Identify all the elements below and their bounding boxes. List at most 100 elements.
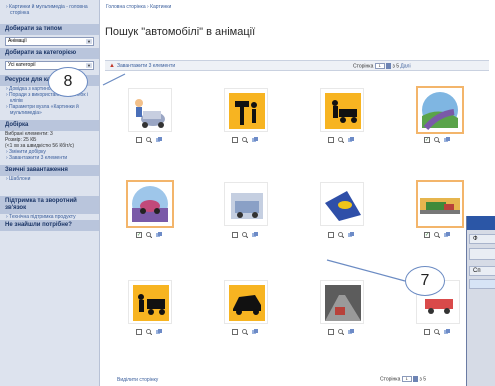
traffic-car-clipart-icon [325, 285, 361, 321]
thumbnail[interactable] [128, 280, 172, 324]
footer-pager: Сторінка 1 з 5 [380, 376, 426, 382]
pager-of: з 5 [392, 63, 399, 70]
sidebar: › Картинки й мультимедіа - головна сторі… [0, 0, 100, 386]
window-toolbar-row[interactable] [469, 248, 495, 260]
thumbnail[interactable] [320, 280, 364, 324]
truck-on-road-clipart-icon [420, 198, 460, 214]
select-checkbox[interactable] [424, 329, 430, 336]
chevron-down-icon[interactable]: ▼ [86, 63, 92, 68]
footer-pager-go-icon[interactable] [413, 376, 419, 382]
preview-icon[interactable] [338, 137, 345, 144]
garage-car-clipart-icon [231, 193, 263, 219]
copy-icon[interactable] [348, 232, 354, 238]
thumbnail-actions: ✓ [424, 137, 450, 145]
support-heading: Підтримка та зворотний зв'язок [0, 196, 99, 214]
preview-icon[interactable] [434, 232, 441, 239]
preview-icon[interactable] [242, 137, 249, 144]
chevron-down-icon[interactable]: ▼ [86, 39, 92, 44]
thumbnail-actions [232, 232, 258, 240]
results-toolbar: ▲ Завантажити 3 елементи Сторінка 1 з 5 … [105, 60, 489, 71]
callout-8: 8 [48, 67, 88, 97]
thumbnail[interactable] [224, 280, 268, 324]
preview-icon[interactable] [242, 329, 249, 336]
filter-category-select[interactable]: Усі категорії ▼ [5, 61, 94, 70]
selection-heading: Добірка [0, 120, 99, 131]
thumbnail-selected[interactable] [126, 180, 174, 228]
copy-icon[interactable] [444, 232, 450, 238]
sidebar-tips-link[interactable]: › Поради з використання картинок і кліпі… [0, 92, 99, 104]
copy-icon[interactable] [252, 232, 258, 238]
tire-man-clipart-icon [229, 93, 265, 129]
thumbnail-actions [328, 137, 354, 145]
copy-icon[interactable] [444, 137, 450, 143]
window-list-label: Сп [469, 266, 495, 276]
preview-icon[interactable] [146, 232, 153, 239]
thumbnail-actions [136, 329, 162, 337]
sidebar-settings-link[interactable]: › Параметри вузла «Картинки й мультимеді… [0, 104, 99, 116]
thumbnail-selected[interactable] [416, 86, 464, 134]
select-checkbox[interactable] [136, 137, 142, 144]
select-checkbox[interactable] [232, 232, 238, 239]
thumbnail[interactable] [224, 182, 268, 226]
select-checkbox[interactable] [328, 137, 334, 144]
preview-icon[interactable] [338, 329, 345, 336]
download-icon[interactable]: ▲ [109, 63, 115, 69]
copy-icon[interactable] [156, 232, 162, 238]
thumbnail-actions [136, 137, 162, 145]
thumbnail[interactable] [320, 88, 364, 132]
select-checkbox-checked[interactable]: ✓ [136, 232, 142, 239]
thumbnail-actions [424, 329, 450, 337]
preview-icon[interactable] [434, 137, 441, 144]
preview-icon[interactable] [338, 232, 345, 239]
select-page-link[interactable]: Виділити сторінку [117, 377, 158, 383]
select-checkbox[interactable] [328, 232, 334, 239]
preview-icon[interactable] [242, 232, 249, 239]
winding-road-clipart-icon [422, 92, 458, 131]
select-checkbox[interactable] [232, 137, 238, 144]
thumbnail[interactable] [224, 88, 268, 132]
copy-icon[interactable] [252, 137, 258, 143]
sidebar-home-link[interactable]: › Картинки й мультимедіа - головна сторі… [0, 4, 99, 16]
thumbnail[interactable] [128, 88, 172, 132]
breadcrumb[interactable]: Головна сторінка › Картинки [106, 4, 171, 10]
window-list-item[interactable] [469, 279, 495, 289]
preview-icon[interactable] [434, 329, 441, 336]
copy-icon[interactable] [348, 137, 354, 143]
preview-icon[interactable] [146, 137, 153, 144]
clipart-search-page: › Картинки й мультимедіа - головна сторі… [0, 0, 495, 386]
main-content: Головна сторінка › Картинки Пошук "автом… [101, 0, 495, 386]
download-link[interactable]: Завантажити 3 елементи [117, 63, 175, 69]
filter-type-select[interactable]: Анімації ▼ [5, 37, 94, 46]
copy-icon[interactable] [444, 329, 450, 335]
copy-icon[interactable] [348, 329, 354, 335]
select-checkbox[interactable] [136, 329, 142, 336]
thumbnail-actions: ✓ [136, 232, 162, 240]
select-checkbox-checked[interactable]: ✓ [424, 232, 430, 239]
select-checkbox[interactable] [328, 329, 334, 336]
window-title-bar[interactable] [467, 216, 495, 230]
thumbnail-actions [232, 329, 258, 337]
thumbnail-selected[interactable] [416, 180, 464, 228]
pager-go-icon[interactable] [386, 63, 392, 69]
select-checkbox-checked[interactable]: ✓ [424, 137, 430, 144]
copy-icon[interactable] [252, 329, 258, 335]
car-mechanic-clipart-icon [135, 99, 165, 128]
preview-icon[interactable] [146, 329, 153, 336]
help-heading: Не знайшли потрібне? [0, 220, 99, 231]
select-checkbox[interactable] [232, 329, 238, 336]
footer-pager-input[interactable]: 1 [401, 376, 412, 382]
thumbnail-actions [232, 137, 258, 145]
copy-icon[interactable] [156, 329, 162, 335]
clip-organizer-window[interactable]: Ф Сп [466, 216, 495, 386]
thumbnail-actions [328, 329, 354, 337]
copy-icon[interactable] [156, 137, 162, 143]
thumbnail[interactable] [320, 182, 364, 226]
filter-category-value: Усі категорії [8, 62, 36, 68]
filter-category-heading: Добирати за категорією [0, 48, 99, 59]
thumbnail-actions [328, 232, 354, 240]
window-menu-row[interactable]: Ф [469, 234, 495, 244]
downloads-heading: Звичні завантаження [0, 165, 99, 176]
footer-pager-label: Сторінка [380, 376, 401, 383]
pager-next-link[interactable]: Далі [400, 63, 410, 69]
pager-input[interactable]: 1 [374, 63, 385, 69]
